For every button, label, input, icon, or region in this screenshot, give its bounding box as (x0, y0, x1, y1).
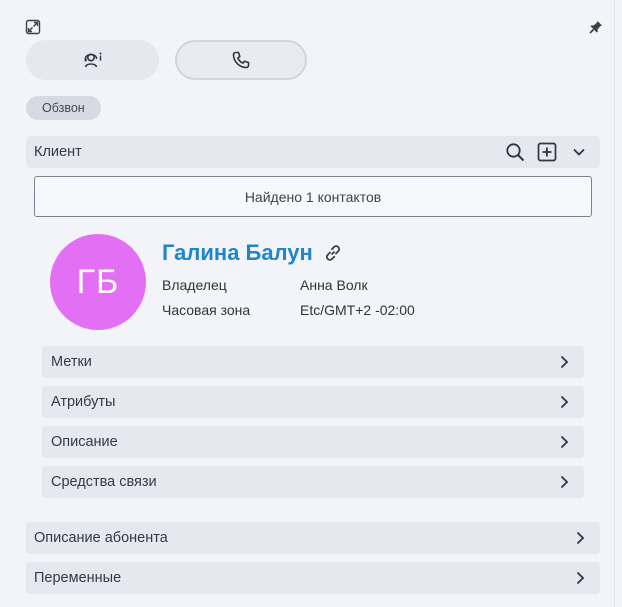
chevron-right-icon (556, 434, 572, 454)
section-contact-means[interactable]: Средства связи (42, 466, 584, 498)
contact-panel: Обзвон Клиент Найдено 1 контактов ГБ Гал… (0, 0, 615, 607)
section-label: Метки (51, 354, 92, 370)
agent-info-icon (82, 50, 104, 70)
contacts-found-box[interactable]: Найдено 1 контактов (34, 176, 592, 217)
timezone-label: Часовая зона (162, 302, 251, 318)
tab-phone[interactable] (175, 40, 307, 80)
campaign-chip[interactable]: Обзвон (26, 96, 101, 120)
contact-name[interactable]: Галина Балун (162, 240, 313, 266)
section-label: Описание (51, 434, 118, 450)
pin-icon[interactable] (588, 19, 604, 35)
collapse-window-icon[interactable] (24, 18, 42, 36)
chevron-right-icon (572, 530, 588, 550)
timezone-value: Etc/GMT+2 -02:00 (300, 302, 415, 318)
section-tags[interactable]: Метки (42, 346, 584, 378)
chevron-right-icon (556, 394, 572, 414)
tab-agent-info[interactable] (26, 40, 159, 80)
section-subscriber-description[interactable]: Описание абонента (26, 522, 600, 554)
phone-icon (231, 50, 251, 70)
link-icon[interactable] (323, 243, 343, 263)
client-section-header[interactable]: Клиент (26, 136, 600, 168)
section-label: Средства связи (51, 474, 157, 490)
section-attributes[interactable]: Атрибуты (42, 386, 584, 418)
client-section-title: Клиент (34, 144, 82, 160)
chevron-down-icon[interactable] (570, 143, 588, 161)
section-label: Описание абонента (34, 530, 168, 546)
section-description[interactable]: Описание (42, 426, 584, 458)
owner-label: Владелец (162, 277, 227, 293)
owner-value: Анна Волк (300, 277, 368, 293)
section-label: Атрибуты (51, 394, 116, 410)
chevron-right-icon (556, 354, 572, 374)
avatar: ГБ (50, 234, 146, 330)
section-variables[interactable]: Переменные (26, 562, 600, 594)
contact-name-row: Галина Балун (162, 240, 343, 266)
search-icon[interactable] (504, 141, 526, 163)
chevron-right-icon (556, 474, 572, 494)
add-contact-icon[interactable] (536, 141, 558, 163)
chevron-right-icon (572, 570, 588, 590)
section-label: Переменные (34, 570, 122, 586)
